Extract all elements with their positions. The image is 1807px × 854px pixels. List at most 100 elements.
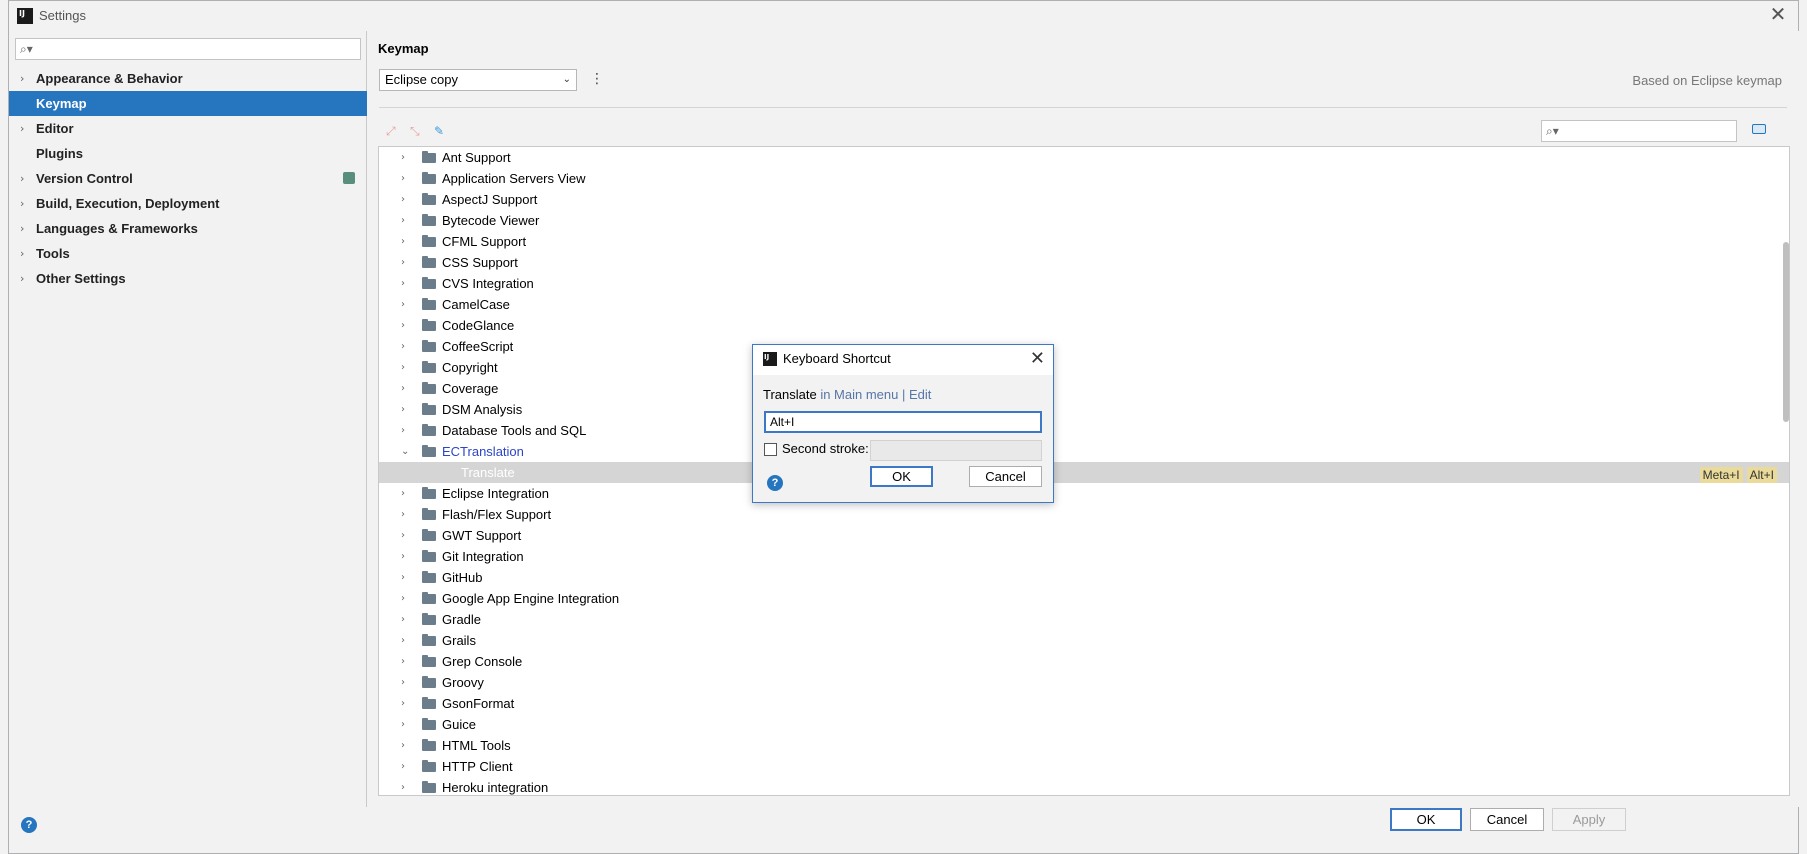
tree-group-row[interactable]: › Bytecode Viewer [379, 210, 1789, 231]
chevron-right-icon[interactable]: › [401, 630, 405, 651]
sidebar-item[interactable]: › Languages & Frameworks [9, 216, 367, 241]
tree-group-row[interactable]: › GitHub [379, 567, 1789, 588]
first-stroke-input[interactable]: Alt+I [764, 411, 1042, 433]
tree-group-row[interactable]: › Database Tools and SQL [379, 420, 1789, 441]
tree-group-row[interactable]: › Eclipse Integration [379, 483, 1789, 504]
sidebar-item[interactable]: › Tools [9, 241, 367, 266]
chevron-right-icon[interactable]: › [401, 336, 405, 357]
folder-icon [422, 172, 436, 184]
chevron-right-icon[interactable]: › [401, 273, 405, 294]
chevron-right-icon: › [20, 222, 25, 235]
chevron-right-icon[interactable]: › [401, 777, 405, 795]
chevron-right-icon[interactable]: › [401, 672, 405, 693]
chevron-right-icon[interactable]: › [401, 357, 405, 378]
sidebar-item[interactable]: › Other Settings [9, 266, 367, 291]
sidebar-item[interactable]: › Build, Execution, Deployment [9, 191, 367, 216]
sidebar-item[interactable]: Plugins [9, 141, 367, 166]
expand-all-icon[interactable]: ⤢ [386, 124, 404, 139]
chevron-down-icon[interactable]: ⌄ [401, 441, 409, 462]
help-icon[interactable]: ? [21, 817, 37, 833]
chevron-right-icon[interactable]: › [401, 252, 405, 273]
action-search-input[interactable]: ⌕▾ [1541, 120, 1737, 142]
tree-group-row[interactable]: › Grails [379, 630, 1789, 651]
chevron-right-icon[interactable]: › [401, 504, 405, 525]
tree-group-row[interactable]: › CSS Support [379, 252, 1789, 273]
tree-group-row[interactable]: › Flash/Flex Support [379, 504, 1789, 525]
tree-group-row[interactable]: › Heroku integration [379, 777, 1789, 795]
find-by-shortcut-icon[interactable] [1752, 124, 1766, 134]
tree-group-row[interactable]: ⌄ ECTranslation [379, 441, 1789, 462]
chevron-right-icon[interactable]: › [401, 483, 405, 504]
tree-group-row[interactable]: › Groovy [379, 672, 1789, 693]
chevron-right-icon[interactable]: › [401, 399, 405, 420]
sidebar-item[interactable]: › Version Control [9, 166, 367, 191]
tree-group-row[interactable]: › GsonFormat [379, 693, 1789, 714]
tree-group-row[interactable]: › GWT Support [379, 525, 1789, 546]
tree-group-row[interactable]: › CoffeeScript [379, 336, 1789, 357]
dialog-ok-button[interactable]: OK [870, 466, 933, 487]
sidebar-item[interactable]: Keymap [9, 91, 367, 116]
chevron-right-icon[interactable]: › [401, 651, 405, 672]
tree-group-row[interactable]: › Gradle [379, 609, 1789, 630]
chevron-right-icon[interactable]: › [401, 756, 405, 777]
chevron-right-icon[interactable]: › [401, 546, 405, 567]
tree-group-row[interactable]: › Ant Support [379, 147, 1789, 168]
chevron-right-icon[interactable]: › [401, 210, 405, 231]
sidebar-item[interactable]: › Appearance & Behavior [9, 66, 367, 91]
more-options-icon[interactable]: ⋮ [590, 71, 604, 87]
tree-action-row[interactable]: Translate Meta+I Alt+I [379, 462, 1789, 483]
close-icon[interactable]: ✕ [1768, 4, 1788, 25]
tree-group-row[interactable]: › DSM Analysis [379, 399, 1789, 420]
tree-group-row[interactable]: › HTTP Client [379, 756, 1789, 777]
dialog-cancel-button[interactable]: Cancel [969, 466, 1042, 487]
tree-group-row[interactable]: › CamelCase [379, 294, 1789, 315]
second-stroke-checkbox[interactable] [764, 443, 777, 456]
help-icon[interactable]: ? [767, 475, 783, 491]
tree-group-row[interactable]: › AspectJ Support [379, 189, 1789, 210]
cancel-button[interactable]: Cancel [1470, 808, 1544, 831]
tree-group-row[interactable]: › Coverage [379, 378, 1789, 399]
chevron-right-icon: › [20, 122, 25, 135]
tree-group-row[interactable]: › CVS Integration [379, 273, 1789, 294]
tree-group-row[interactable]: › Application Servers View [379, 168, 1789, 189]
chevron-right-icon[interactable]: › [401, 609, 405, 630]
dialog-title: Keyboard Shortcut [783, 351, 891, 366]
chevron-right-icon[interactable]: › [401, 693, 405, 714]
collapse-all-icon[interactable]: ⤡ [410, 124, 428, 139]
chevron-right-icon[interactable]: › [401, 735, 405, 756]
tree-group-row[interactable]: › Copyright [379, 357, 1789, 378]
sidebar-item[interactable]: › Editor [9, 116, 367, 141]
keymap-tree[interactable]: › Ant Support › Application Servers View › As… [378, 146, 1790, 796]
tree-scrollbar[interactable] [1783, 242, 1789, 422]
chevron-right-icon[interactable]: › [401, 714, 405, 735]
tree-group-row[interactable]: › CodeGlance [379, 315, 1789, 336]
settings-search-input[interactable]: ⌕▾ [15, 38, 361, 60]
tree-group-row[interactable]: › Google App Engine Integration [379, 588, 1789, 609]
tree-group-row[interactable]: › Grep Console [379, 651, 1789, 672]
chevron-right-icon[interactable]: › [401, 525, 405, 546]
keyboard-shortcut-dialog: Keyboard Shortcut ✕ Translate in Main me… [752, 344, 1054, 503]
chevron-right-icon[interactable]: › [401, 189, 405, 210]
chevron-right-icon[interactable]: › [401, 294, 405, 315]
tree-group-row[interactable]: › CFML Support [379, 231, 1789, 252]
action-path: in Main menu | Edit [816, 387, 932, 402]
ok-button[interactable]: OK [1390, 808, 1462, 831]
chevron-right-icon[interactable]: › [401, 168, 405, 189]
chevron-right-icon[interactable]: › [401, 231, 405, 252]
edit-pencil-icon[interactable]: ✎ [434, 124, 452, 138]
tree-group-row[interactable]: › Git Integration [379, 546, 1789, 567]
tree-group-row[interactable]: › Guice [379, 714, 1789, 735]
chevron-right-icon[interactable]: › [401, 378, 405, 399]
chevron-right-icon[interactable]: › [401, 315, 405, 336]
tree-group-row[interactable]: › HTML Tools [379, 735, 1789, 756]
chevron-right-icon[interactable]: › [401, 567, 405, 588]
chevron-right-icon[interactable]: › [401, 588, 405, 609]
tree-row-label: CFML Support [442, 234, 527, 249]
close-icon[interactable]: ✕ [1030, 348, 1045, 369]
apply-button[interactable]: Apply [1552, 808, 1626, 831]
chevron-right-icon[interactable]: › [401, 147, 405, 168]
keymap-dropdown[interactable]: Eclipse copy ⌄ [379, 69, 577, 91]
second-stroke-input[interactable] [870, 440, 1042, 461]
tree-row-label: DSM Analysis [442, 402, 523, 417]
chevron-right-icon[interactable]: › [401, 420, 405, 441]
